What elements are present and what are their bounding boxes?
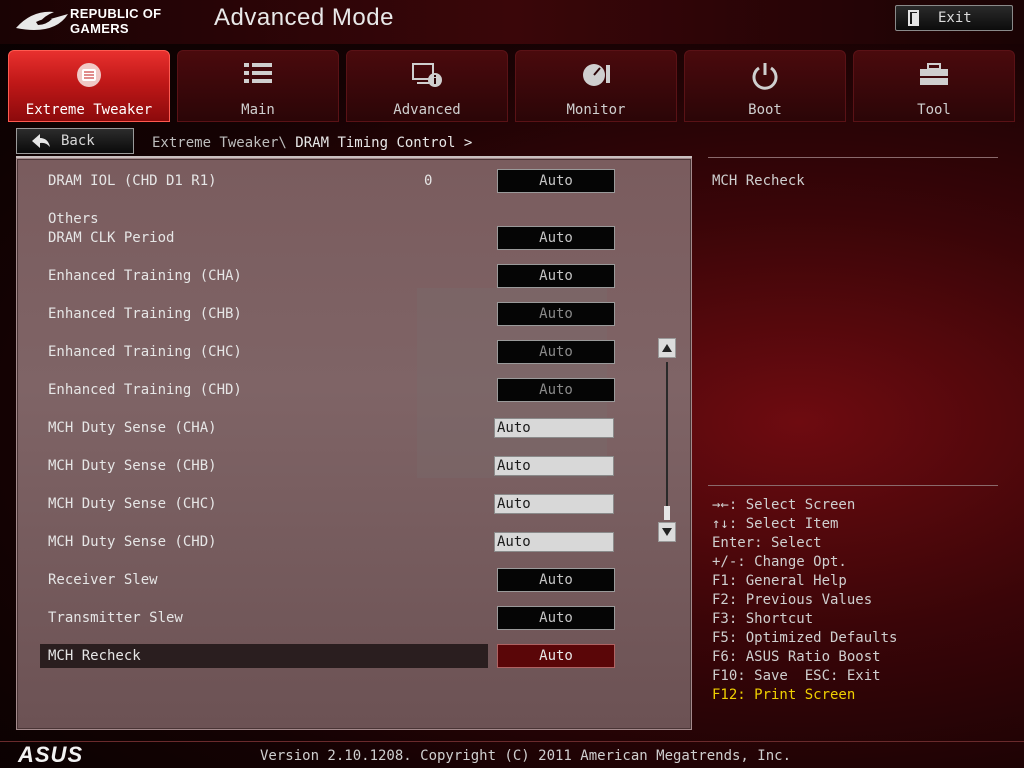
value-input[interactable]: Auto [494,494,614,514]
tab-label: Main [241,102,275,118]
help-divider-top [708,157,998,158]
key-legend: →←: Select Screen ↑↓: Select Item Enter:… [712,496,897,705]
exit-button[interactable]: Exit [895,5,1013,31]
value-input[interactable]: Auto [494,456,614,476]
version-text: Version 2.10.1208. Copyright (C) 2011 Am… [260,748,792,764]
tweaker-icon [77,63,101,87]
help-divider-bottom [708,485,998,486]
setting-label: MCH Duty Sense (CHC) [48,496,217,512]
key-hint-print-screen: F12: Print Screen [712,687,856,703]
key-hint: F1: General Help [712,573,847,589]
tab-label: Boot [748,102,782,118]
section-heading-others: Others [48,211,99,227]
tab-main[interactable]: Main [177,50,339,122]
setting-label: Enhanced Training (CHB) [48,306,242,322]
key-hint: F5: Optimized Defaults [712,630,898,646]
list-icon [244,63,272,83]
key-hint: ↑↓: Select Item [712,516,839,532]
option-dropdown[interactable]: Auto [497,378,615,402]
tab-label: Tool [917,102,951,118]
mode-title: Advanced Mode [214,4,394,31]
option-dropdown-selected[interactable]: Auto [497,644,615,668]
option-dropdown[interactable]: Auto [497,302,615,326]
tab-label: Extreme Tweaker [25,102,153,118]
key-hint: F10: Save ESC: Exit [712,668,881,684]
key-hint: →←: Select Screen [712,497,856,513]
setting-label: MCH Duty Sense (CHD) [48,534,217,550]
help-title: MCH Recheck [712,173,805,189]
scroll-up-button[interactable] [658,338,676,358]
breadcrumb-parent[interactable]: Extreme Tweaker\ [152,135,287,151]
top-bar: REPUBLIC OF GAMERS Advanced Mode Exit [0,0,1024,44]
gauge-icon [583,64,610,86]
asus-logo: ASUS [18,742,84,767]
tab-monitor[interactable]: Monitor [515,50,677,122]
tab-boot[interactable]: Boot [684,50,846,122]
setting-label: DRAM CLK Period [48,230,175,246]
setting-label: Enhanced Training (CHA) [48,268,242,284]
setting-label: MCH Duty Sense (CHB) [48,458,217,474]
scrollbar-track[interactable] [666,362,668,520]
tab-extreme-tweaker[interactable]: Extreme Tweaker [8,50,170,122]
option-dropdown[interactable]: Auto [497,340,615,364]
key-hint: F6: ASUS Ratio Boost [712,649,881,665]
breadcrumb: Extreme Tweaker\ DRAM Timing Control > [152,135,472,151]
setting-label: Transmitter Slew [48,610,183,626]
exit-door-icon [908,10,919,26]
setting-label: Enhanced Training (CHC) [48,344,242,360]
key-hint: Enter: Select [712,535,822,551]
advanced-icon [412,63,442,87]
tab-advanced[interactable]: Advanced [346,50,508,122]
logo-line1: REPUBLIC OF [70,6,162,21]
main-tabs: Extreme Tweaker Main Advanced Monitor Bo… [8,50,1016,122]
option-dropdown[interactable]: Auto [497,568,615,592]
power-icon [752,63,778,90]
triangle-up-icon [662,344,672,352]
tab-tool[interactable]: Tool [853,50,1015,122]
option-dropdown[interactable]: Auto [497,169,615,193]
option-dropdown[interactable]: Auto [497,606,615,630]
triangle-down-icon [662,528,672,536]
back-button[interactable]: Back [16,128,134,154]
key-hint: F3: Shortcut [712,611,814,627]
tab-label: Monitor [566,102,626,118]
option-dropdown[interactable]: Auto [497,226,615,250]
setting-label: Enhanced Training (CHD) [48,382,242,398]
scroll-down-button[interactable] [658,522,676,542]
toolbox-icon [920,63,948,85]
setting-label: MCH Recheck [48,648,141,664]
rog-logo: REPUBLIC OF GAMERS [14,4,184,38]
key-hint: +/-: Change Opt. [712,554,847,570]
setting-value: 0 [424,173,433,189]
logo-line2: GAMERS [70,21,129,36]
option-dropdown[interactable]: Auto [497,264,615,288]
rog-eye-icon [16,11,68,30]
tab-label: Advanced [393,102,461,118]
back-label: Back [61,133,95,149]
setting-label: MCH Duty Sense (CHA) [48,420,217,436]
scrollbar-thumb[interactable] [664,506,670,520]
footer-divider [0,741,1024,742]
value-input[interactable]: Auto [494,532,614,552]
breadcrumb-current: DRAM Timing Control > [295,135,473,151]
back-arrow-icon [32,134,50,148]
value-input[interactable]: Auto [494,418,614,438]
key-hint: F2: Previous Values [712,592,873,608]
setting-label: DRAM IOL (CHD D1 R1) [48,173,217,189]
exit-label: Exit [938,10,972,26]
setting-label: Receiver Slew [48,572,158,588]
